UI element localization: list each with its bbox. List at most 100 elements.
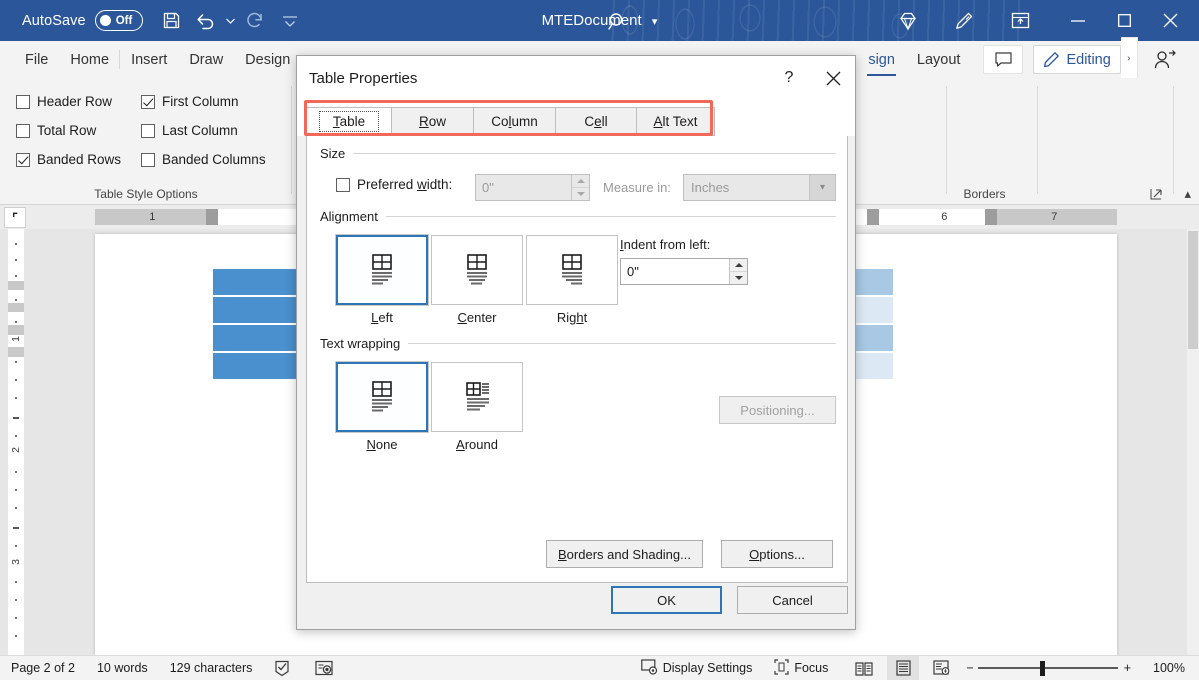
redo-icon[interactable]	[239, 4, 273, 38]
spinner-down[interactable]	[572, 188, 589, 200]
accessibility-checker-icon[interactable]	[311, 656, 337, 680]
alignment-right-card[interactable]	[526, 235, 618, 305]
scrollbar-thumb[interactable]	[1188, 231, 1198, 349]
ok-button[interactable]: OK	[611, 586, 722, 614]
checkbox-header-row[interactable]: Header Row	[16, 94, 112, 109]
comments-button[interactable]	[983, 45, 1023, 74]
zoom-in-button[interactable]: +	[1118, 656, 1142, 680]
checkbox-total-row[interactable]: Total Row	[16, 123, 96, 138]
tab-accel: A	[653, 114, 662, 129]
borders-and-shading-button[interactable]: Borders and Shading...	[546, 540, 703, 568]
print-layout-icon[interactable]	[887, 656, 919, 680]
ruler-label-1: 1	[149, 211, 161, 223]
preferred-width-input[interactable]: 0"	[475, 174, 590, 201]
ruler-indent-marker-a[interactable]	[206, 209, 218, 225]
ruler-indent-marker-b[interactable]	[867, 209, 879, 225]
display-settings-button[interactable]: Display Settings	[630, 656, 764, 680]
tab-stop-selector[interactable]: ⌜	[4, 207, 26, 228]
zoom-level[interactable]: 100%	[1142, 656, 1199, 680]
focus-button[interactable]: Focus	[763, 656, 839, 680]
wrapping-option-around[interactable]: Around	[431, 362, 523, 452]
indent-from-left-input[interactable]: 0"	[620, 258, 748, 285]
checkbox-banded-rows[interactable]: Banded Rows	[16, 152, 121, 167]
preferred-width-checkbox-box	[336, 178, 350, 192]
cancel-button[interactable]: Cancel	[737, 586, 848, 614]
alignment-option-right[interactable]: Right	[526, 235, 618, 325]
maximize-button[interactable]	[1101, 0, 1147, 41]
close-button[interactable]	[1147, 0, 1193, 41]
alignment-left-card[interactable]	[336, 235, 428, 305]
checkbox-banded-columns[interactable]: Banded Columns	[141, 152, 266, 167]
dialog-title-buttons: ?	[767, 56, 855, 100]
title-bar: AutoSave Off MTEDocument ▾	[0, 0, 1199, 41]
wrapping-option-none[interactable]: None	[336, 362, 428, 452]
designer-pen-icon[interactable]	[947, 4, 981, 38]
vruler-label-3: 3	[10, 554, 22, 570]
borders-dialog-launcher[interactable]	[1149, 187, 1163, 201]
focus-icon	[774, 659, 789, 678]
undo-icon[interactable]	[189, 4, 223, 38]
banded-rows-checkbox-box	[16, 153, 30, 167]
measure-in-dropdown[interactable]: Inches ▾	[683, 174, 836, 201]
tab-design[interactable]: Design	[234, 41, 301, 78]
wrapping-none-card[interactable]	[336, 362, 428, 432]
tab-layout[interactable]: Layout	[906, 41, 972, 78]
dialog-tab-alt-text[interactable]: Alt Text	[637, 107, 715, 136]
preferred-width-spinner[interactable]	[571, 175, 589, 200]
tab-table-design[interactable]: sign	[857, 41, 906, 78]
positioning-button[interactable]: Positioning...	[719, 396, 836, 424]
vertical-ruler[interactable]: 1 2 3	[8, 229, 24, 655]
close-icon[interactable]	[811, 56, 855, 100]
zoom-slider[interactable]	[978, 656, 1118, 680]
dialog-tab-row[interactable]: Row	[392, 107, 474, 136]
tab-file[interactable]: File	[14, 41, 59, 78]
dialog-tab-table[interactable]: Table	[306, 107, 392, 136]
ribbon-display-options-icon[interactable]	[1003, 4, 1037, 38]
web-layout-icon[interactable]	[929, 656, 955, 680]
diamond-icon[interactable]	[891, 4, 925, 38]
options-button[interactable]: Options...	[721, 540, 833, 568]
spinner-up[interactable]	[572, 175, 589, 188]
minimize-button[interactable]	[1055, 0, 1101, 41]
alignment-option-left[interactable]: Left	[336, 235, 428, 325]
preferred-width-checkbox[interactable]: Preferred width:	[336, 177, 452, 192]
zoom-slider-track	[978, 667, 1118, 669]
chevron-down-icon[interactable]: ▾	[809, 175, 835, 200]
page-info[interactable]: Page 2 of 2	[0, 656, 86, 680]
spinner-up[interactable]	[730, 259, 747, 272]
alignment-option-center[interactable]: Center	[431, 235, 523, 325]
autosave-toggle[interactable]: Off	[95, 10, 143, 31]
zoom-out-button[interactable]: −	[955, 656, 977, 680]
undo-dropdown-icon[interactable]	[223, 4, 239, 38]
header-row-checkbox-box	[16, 95, 30, 109]
tab-home[interactable]: Home	[59, 41, 120, 78]
spinner-down[interactable]	[730, 272, 747, 284]
wrapping-around-card[interactable]	[431, 362, 523, 432]
vertical-scrollbar[interactable]	[1187, 229, 1199, 655]
checkbox-first-column[interactable]: First Column	[141, 94, 239, 109]
ruler-indent-marker-c[interactable]	[985, 209, 997, 225]
character-count[interactable]: 129 characters	[159, 656, 264, 680]
editing-button[interactable]: Editing	[1033, 45, 1120, 74]
checkbox-last-column[interactable]: Last Column	[141, 123, 238, 138]
dialog-tab-cell[interactable]: Cell	[556, 107, 637, 136]
read-mode-icon[interactable]	[851, 656, 877, 680]
checkbox-label: First Column	[162, 94, 239, 109]
tab-draw[interactable]: Draw	[178, 41, 234, 78]
share-icon[interactable]	[1144, 41, 1186, 78]
editing-more-icon[interactable]: ›	[1121, 37, 1138, 81]
checkbox-label: Last Column	[162, 123, 238, 138]
indent-spinner[interactable]	[729, 259, 747, 284]
alignment-center-card[interactable]	[431, 235, 523, 305]
search-icon[interactable]	[602, 6, 632, 36]
help-button[interactable]: ?	[767, 56, 811, 100]
dialog-tab-column[interactable]: Column	[474, 107, 556, 136]
collapse-ribbon-icon[interactable]: ▴	[1184, 186, 1191, 202]
tab-insert[interactable]: Insert	[120, 41, 178, 78]
spelling-check-icon[interactable]	[269, 656, 295, 680]
word-count[interactable]: 10 words	[86, 656, 159, 680]
title-chevron-icon[interactable]: ▾	[652, 16, 658, 28]
zoom-slider-handle[interactable]	[1040, 661, 1045, 676]
customize-quick-access-icon[interactable]	[273, 4, 307, 38]
save-icon[interactable]	[155, 4, 189, 38]
